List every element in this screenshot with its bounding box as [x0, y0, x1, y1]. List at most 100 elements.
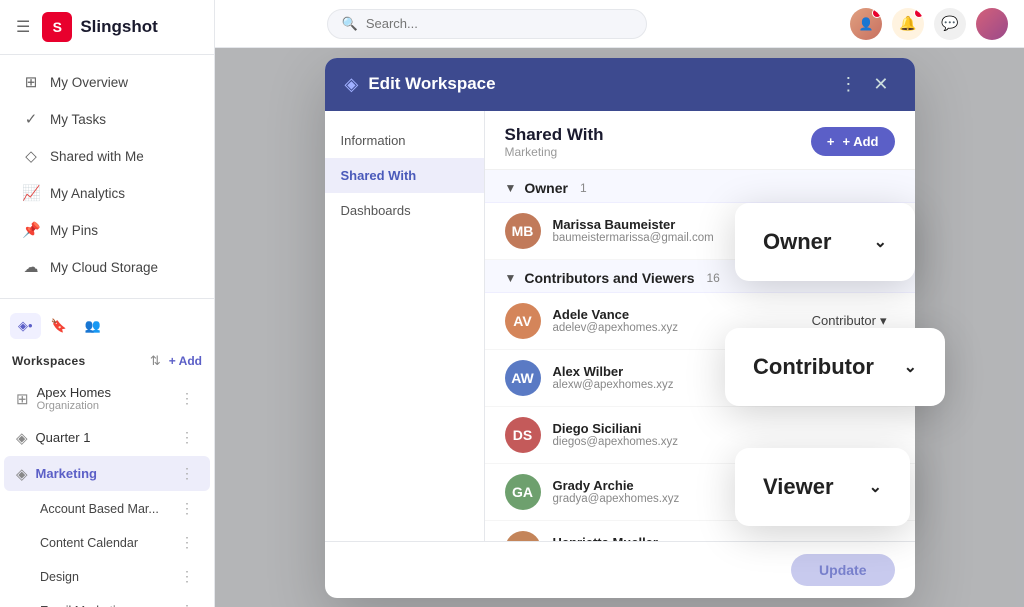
update-button[interactable]: Update: [791, 554, 894, 586]
shared-icon: ◇: [22, 147, 40, 165]
app-logo: S: [42, 12, 72, 42]
sidebar-item-overview[interactable]: ⊞ My Overview: [6, 64, 208, 100]
workspace-item-apex[interactable]: ⊞ Apex Homes Organization ⋮: [4, 378, 210, 419]
add-label: + Add: [843, 134, 879, 149]
sidebar-item-tasks[interactable]: ✓ My Tasks: [6, 101, 208, 137]
topbar: 🔍 👤 🔔 💬: [215, 0, 1024, 48]
notification-badge: [872, 8, 882, 18]
modal-close-button[interactable]: ✕: [867, 72, 894, 97]
apex-name: Apex Homes: [37, 385, 111, 400]
sidebar-item-pins[interactable]: 📌 My Pins: [6, 212, 208, 248]
workspace-tabs: ◈• 🔖 👥: [0, 309, 214, 345]
owner-avatar: MB: [505, 213, 541, 249]
viewer-option[interactable]: Viewer ⌄: [763, 468, 882, 506]
modal-main-header: Shared With Marketing + + Add: [485, 111, 915, 170]
sub-item-content[interactable]: Content Calendar ⋮: [34, 526, 210, 559]
add-member-button[interactable]: + + Add: [811, 127, 895, 156]
design-label: Design: [40, 570, 79, 584]
modal-more-button[interactable]: ⋮: [839, 74, 857, 95]
search-icon: 🔍: [342, 16, 358, 32]
analytics-icon: 📈: [22, 184, 40, 202]
workspace-item-marketing[interactable]: ◈ Marketing ⋮: [4, 456, 210, 491]
modal-title-area: ◈ Edit Workspace: [345, 74, 496, 95]
user-avatar[interactable]: [976, 8, 1008, 40]
email-label: Email Marketing: [40, 604, 130, 607]
sidebar-item-cloud[interactable]: ☁ My Cloud Storage: [6, 249, 208, 285]
apex-sub: Organization: [37, 400, 111, 412]
contributors-section-title: Contributors and Viewers: [524, 270, 694, 286]
owner-chevron-icon: ⌄: [874, 232, 887, 252]
shared-label: Shared with Me: [50, 149, 144, 164]
search-box[interactable]: 🔍: [327, 9, 647, 39]
quarter1-item-left: ◈ Quarter 1: [16, 429, 90, 447]
marketing-item-left: ◈ Marketing: [16, 465, 97, 483]
main-content: ◈ Edit Workspace ⋮ ✕ Information: [215, 48, 1024, 607]
workspace-item-quarter1[interactable]: ◈ Quarter 1 ⋮: [4, 420, 210, 455]
avatar-team[interactable]: 👤: [850, 8, 882, 40]
grady-avatar: GA: [505, 474, 541, 510]
ws-tab-members[interactable]: 👥: [77, 313, 109, 339]
notification-bell[interactable]: 🔔: [892, 8, 924, 40]
contributors-count: 16: [707, 271, 720, 285]
owner-collapse-button[interactable]: ▼: [505, 181, 517, 195]
ws-tab-bookmarks[interactable]: 🔖: [43, 313, 75, 339]
viewer-role-dropdown-popup[interactable]: Viewer ⌄: [735, 448, 910, 526]
modal-nav-information[interactable]: Information: [325, 123, 484, 158]
main-nav: ⊞ My Overview ✓ My Tasks ◇ Shared with M…: [0, 55, 214, 294]
apex-menu-button[interactable]: ⋮: [176, 388, 198, 409]
modal-header: ◈ Edit Workspace ⋮ ✕: [325, 58, 915, 111]
design-menu[interactable]: ⋮: [176, 566, 198, 587]
hamburger-icon[interactable]: ☰: [16, 17, 30, 37]
modal-nav-shared-with[interactable]: Shared With: [325, 158, 484, 193]
adele-chevron-icon: ▾: [880, 313, 887, 329]
quarter1-name: Quarter 1: [36, 430, 91, 445]
workspace-actions: ⇅ + Add: [148, 351, 202, 371]
sub-item-email[interactable]: Email Marketing ⋮: [34, 594, 210, 607]
viewer-chevron-icon: ⌄: [869, 477, 882, 497]
account-label: Account Based Mar...: [40, 502, 159, 516]
adele-name: Adele Vance: [553, 307, 792, 322]
topbar-icons: 👤 🔔 💬: [850, 8, 1008, 40]
overview-icon: ⊞: [22, 73, 40, 91]
contributor-role-dropdown-popup[interactable]: Contributor ⌄: [725, 328, 945, 406]
content-menu[interactable]: ⋮: [176, 532, 198, 553]
modal-header-actions: ⋮ ✕: [839, 72, 894, 97]
sort-button[interactable]: ⇅: [148, 351, 163, 371]
marketing-menu-button[interactable]: ⋮: [176, 463, 198, 484]
quarter1-info: Quarter 1: [36, 430, 91, 445]
content-label: Content Calendar: [40, 536, 138, 550]
email-menu[interactable]: ⋮: [176, 600, 198, 607]
pins-icon: 📌: [22, 221, 40, 239]
contributor-option[interactable]: Contributor ⌄: [753, 348, 917, 386]
owner-section-header: ▼ Owner 1: [485, 170, 915, 203]
modal-footer: Update: [325, 541, 915, 598]
ws-tab-workspaces[interactable]: ◈•: [10, 313, 41, 339]
sidebar-item-analytics[interactable]: 📈 My Analytics: [6, 175, 208, 211]
owner-section-title: Owner: [524, 180, 568, 196]
modal-nav-dashboards[interactable]: Dashboards: [325, 193, 484, 228]
add-workspace-button[interactable]: + Add: [169, 354, 202, 368]
owner-role-dropdown-popup[interactable]: Owner ⌄: [735, 203, 915, 281]
sub-item-account[interactable]: Account Based Mar... ⋮: [34, 492, 210, 525]
brand-name: Slingshot: [80, 17, 157, 37]
pins-label: My Pins: [50, 223, 98, 238]
adele-role: Contributor: [812, 313, 876, 328]
modal-overlay[interactable]: ◈ Edit Workspace ⋮ ✕ Information: [215, 48, 1024, 607]
workspace-name-sub: Marketing: [505, 145, 604, 159]
marketing-icon: ◈: [16, 465, 28, 483]
contributors-collapse-button[interactable]: ▼: [505, 271, 517, 285]
quarter1-menu-button[interactable]: ⋮: [176, 427, 198, 448]
account-menu[interactable]: ⋮: [176, 498, 198, 519]
chat-button[interactable]: 💬: [934, 8, 966, 40]
contributor-chevron-icon: ⌄: [904, 357, 917, 377]
workspace-toolbar: Workspaces ⇅ + Add: [0, 345, 214, 377]
workspace-section: ◈• 🔖 👥 Workspaces ⇅ + Add ⊞ Apex Homes O…: [0, 303, 214, 607]
henrietta-avatar: HM: [505, 531, 541, 541]
sub-item-design[interactable]: Design ⋮: [34, 560, 210, 593]
sidebar-item-shared[interactable]: ◇ Shared with Me: [6, 138, 208, 174]
search-input[interactable]: [366, 16, 632, 31]
modal-title: Edit Workspace: [368, 74, 495, 94]
tasks-icon: ✓: [22, 110, 40, 128]
owner-option-owner[interactable]: Owner ⌄: [763, 223, 887, 261]
sidebar: ☰ S Slingshot ⊞ My Overview ✓ My Tasks ◇…: [0, 0, 215, 607]
